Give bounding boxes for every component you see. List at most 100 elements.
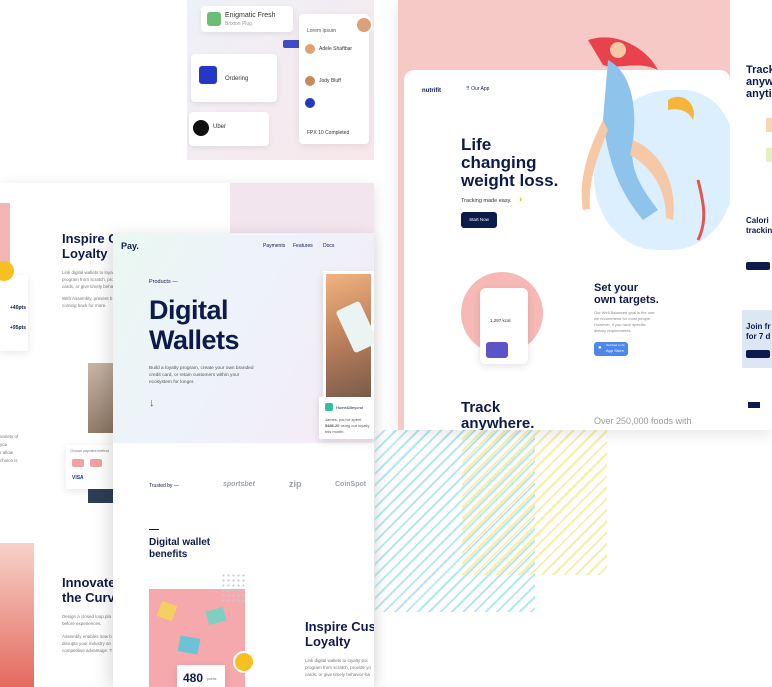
uber-logo <box>193 120 209 136</box>
contact-name: Lorem ipsum <box>307 28 336 34</box>
left-heading-2: Innovate the Curv <box>62 575 116 605</box>
wood-photo <box>88 363 114 433</box>
nav-docs[interactable]: Docs <box>323 243 334 249</box>
app-icon <box>199 66 217 84</box>
badge-bot: +95pts <box>10 325 26 331</box>
badge-top: +40pts <box>10 305 26 311</box>
gift-box <box>205 606 227 626</box>
notif-text-3: this month. <box>325 429 345 434</box>
avatar <box>355 16 373 34</box>
down-arrow-icon[interactable]: ↓ <box>149 397 155 409</box>
left-para-3: Design a closed loop pla before experien… <box>62 614 112 626</box>
mockup-card: Ordering <box>191 54 277 102</box>
title-line1: Digital <box>149 295 229 325</box>
avatar <box>305 76 315 86</box>
notif-text: James, you've spent <box>325 417 362 422</box>
right-calorie: Calori trackin <box>746 216 772 235</box>
dancer-figure-icon <box>581 37 706 241</box>
hero-line2: changing <box>461 153 537 172</box>
right-logo <box>748 402 760 408</box>
targets-para: Our Well Balanced goal is the one we rec… <box>594 310 655 333</box>
right-store-button[interactable] <box>746 350 770 358</box>
nav-payments[interactable]: Payments <box>263 243 285 249</box>
hero-line3: weight loss. <box>461 171 559 190</box>
targets-title: Set your own targets. <box>594 282 659 306</box>
contact-name: Jody Bluff <box>319 78 341 84</box>
mockup-row-name: Ordering <box>225 76 249 82</box>
description: Build a loyalty program, create your own… <box>149 366 254 385</box>
nutrifit-logo[interactable]: nutrifit <box>422 88 441 94</box>
top-mockup: Enigmatic Fresh Brixton Plug Ordering Ub… <box>187 0 374 160</box>
mockup-row-sub: Brixton Plug <box>225 21 252 27</box>
app-link[interactable]: ⠿ Our App <box>466 86 489 92</box>
payment-card: Choose payment method VISA <box>66 445 116 489</box>
notif-text-2: using our loyalty <box>339 423 370 428</box>
nav-features[interactable]: Features <box>293 243 313 249</box>
merchant-icon <box>325 403 333 411</box>
phone-screen <box>335 300 374 354</box>
gift-box <box>156 600 178 622</box>
kicker: Products — <box>149 279 178 285</box>
store-small: Download on the <box>606 344 625 347</box>
track-title: Track anywhere. <box>461 399 535 431</box>
trusted-label: Trusted by — <box>149 483 179 489</box>
right-track: Track anyw anyti <box>746 64 772 100</box>
pay-page: Pay. Payments Features Docs Products — D… <box>113 233 374 687</box>
tagline: Tracking made easy. <box>461 198 512 204</box>
dancer-illustration <box>548 20 718 250</box>
title-line2: Wallets <box>149 325 240 355</box>
mastercard-icon[interactable] <box>72 459 84 467</box>
mastercard-icon[interactable] <box>90 459 102 467</box>
side-text: variety of you r allow choice is <box>0 434 19 463</box>
merchant-name: Home&Beyond <box>336 405 363 410</box>
counter-sub: points <box>207 677 217 681</box>
benefits-title: Digital wallet benefits <box>149 537 211 560</box>
p-icon <box>305 98 315 108</box>
app-store-button[interactable]: ● Download on the App Store <box>594 342 628 356</box>
nutrifit-page: nutrifit ⠿ Our App Life changing weight … <box>398 0 772 430</box>
payment-label: Choose payment method <box>70 449 110 453</box>
mockup-card: Uber <box>189 112 269 146</box>
pay-logo[interactable]: Pay. <box>121 241 139 251</box>
mockup-row-name: Uber <box>213 124 227 130</box>
hatch-decoration <box>462 430 607 575</box>
bear-icon <box>233 651 255 673</box>
right-store-button[interactable] <box>746 262 770 270</box>
food-icon <box>766 148 772 162</box>
left-heading: Inspire C Loyalty <box>62 231 118 261</box>
left-para: Link digital wallets to loyalty program … <box>62 270 118 289</box>
phone-photo <box>323 271 374 413</box>
logo-coinspot: CoinSpot <box>335 481 367 488</box>
apple-icon: ● <box>598 345 602 351</box>
food-icon <box>766 118 772 132</box>
visa-label[interactable]: VISA <box>72 475 84 481</box>
gift-box <box>177 635 201 655</box>
dark-photo <box>88 489 114 503</box>
inspire-heading: Inspire Cus Loyalty <box>305 619 374 649</box>
avatar <box>305 44 315 54</box>
notification-card: Home&Beyond James, you've spent $486.20 … <box>319 397 374 439</box>
mockup-row-name: Enigmatic Fresh <box>225 12 276 19</box>
section-rule <box>149 529 159 530</box>
right-edge-page: Track anyw anyti Calori trackin Join fr … <box>730 0 772 430</box>
logo-zip: zip <box>289 479 302 489</box>
app-link-label: Our App <box>471 86 490 92</box>
phone-kcal: 1,297 kcal <box>490 318 511 323</box>
avatar <box>207 12 221 26</box>
foods-text: Over 250,000 foods with <box>594 416 692 426</box>
red-photo <box>0 543 34 687</box>
mockup-card: Enigmatic Fresh Brixton Plug <box>201 6 293 32</box>
status-text: FPX 10 Completed <box>307 130 350 136</box>
purple-card <box>486 342 508 358</box>
contacts-panel: Lorem ipsum Adele Shaftbar Jody Bluff FP… <box>299 14 369 144</box>
left-para-4: Assembly enables new b disrupts your ind… <box>62 634 113 653</box>
notif-amount: $486.20 <box>325 423 340 428</box>
notif-line: $486.20 using our loyalty <box>325 423 369 428</box>
right-join: Join fr for 7 d <box>746 322 771 341</box>
start-now-button[interactable]: Start Now <box>461 212 497 228</box>
points-card: +40pts +95pts <box>0 275 28 351</box>
inspire-para: Link digital wallets to loyalty poi prog… <box>305 658 372 677</box>
left-para: With Assembly, prevent b coming back for… <box>62 296 113 308</box>
hero-line1: Life <box>461 135 492 154</box>
dot-grid <box>221 573 245 603</box>
